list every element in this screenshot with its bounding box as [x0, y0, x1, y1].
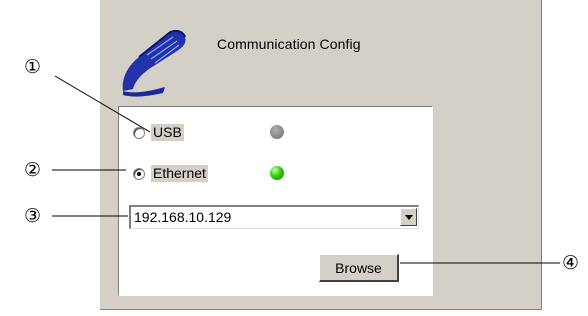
ethernet-option[interactable]: Ethernet [133, 165, 208, 182]
callout-3: ③ [24, 205, 42, 227]
ethernet-radio[interactable] [133, 167, 145, 180]
address-dropdown[interactable]: 192.168.10.129 [129, 205, 419, 229]
address-value: 192.168.10.129 [134, 209, 232, 225]
usb-status-indicator [270, 125, 284, 139]
browse-button[interactable]: Browse [319, 254, 399, 282]
usb-option[interactable]: USB [133, 124, 184, 141]
chevron-down-icon [404, 214, 413, 220]
ethernet-label: Ethernet [151, 165, 208, 182]
callout-4: ④ [562, 252, 580, 274]
ethernet-status-indicator [270, 166, 284, 180]
window-title: Communication Config [217, 36, 361, 52]
radio-selected-dot [137, 171, 141, 176]
usb-radio[interactable] [133, 126, 145, 139]
usb-cable-logo-icon [122, 29, 186, 97]
callout-2: ② [24, 159, 42, 181]
usb-label: USB [151, 124, 184, 141]
dropdown-button[interactable] [400, 208, 417, 226]
callout-1: ① [24, 56, 42, 78]
